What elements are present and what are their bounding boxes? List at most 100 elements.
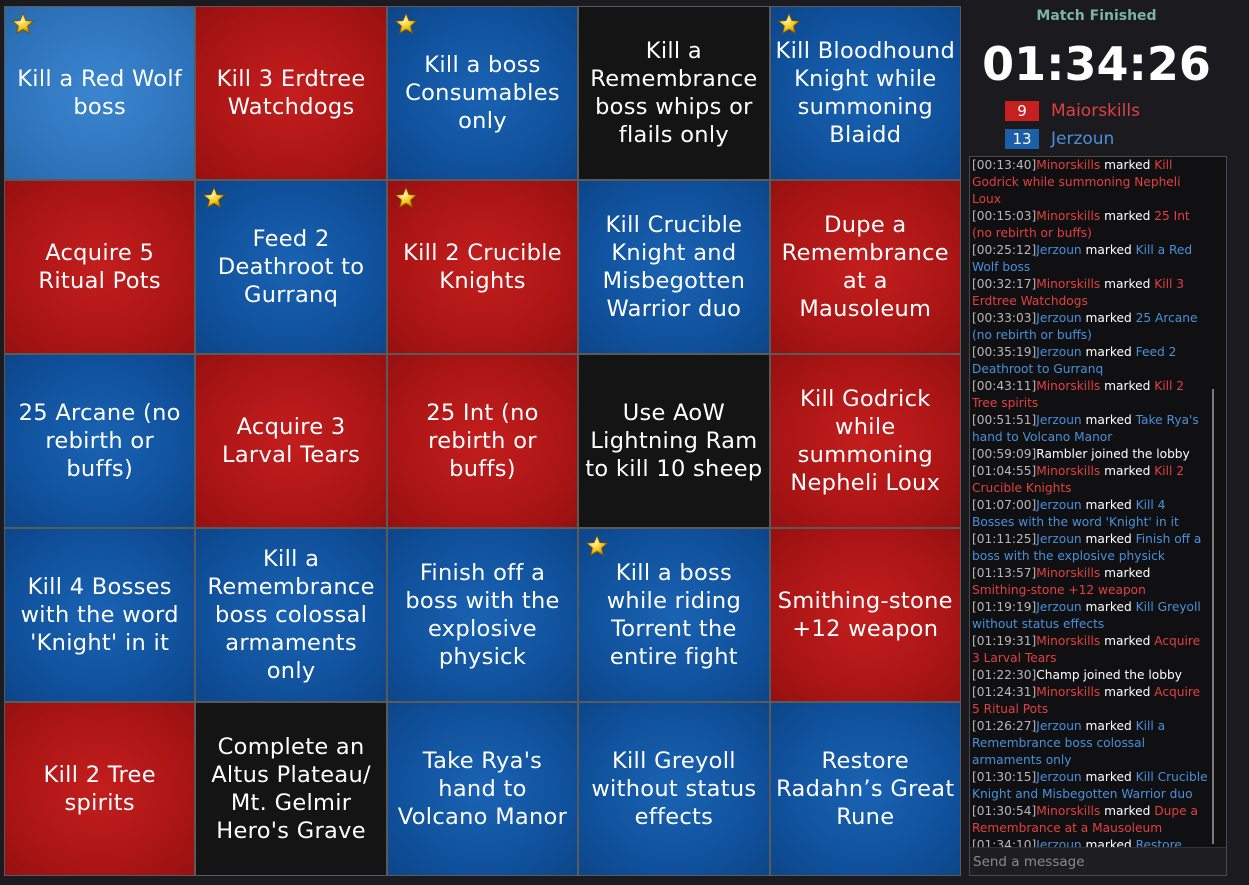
chat-user: Minorskills (1036, 464, 1101, 478)
chat-timestamp: [01:13:57] (972, 566, 1037, 580)
board-cell[interactable]: Restore Radahn’s Great Rune (770, 703, 960, 875)
board-cell[interactable]: Smithing-stone +12 weapon (770, 529, 960, 701)
chat-user: Jerzoun (1036, 838, 1082, 847)
cell-goal-text: Kill 3 Erdtree Watchdogs (216, 66, 366, 120)
chat-message: [00:33:03]Jerzoun marked 25 Arcane (no r… (972, 310, 1208, 344)
chat-action: marked (1085, 311, 1132, 325)
chat-timestamp: [01:04:55] (972, 464, 1037, 478)
chat-log[interactable]: [00:13:40]Minorskills marked Kill Godric… (972, 157, 1208, 847)
chat-timestamp: [00:35:19] (972, 345, 1037, 359)
chat-user: Minorskills (1036, 379, 1101, 393)
board-cell[interactable]: Finish off a boss with the explosive phy… (387, 529, 578, 701)
chat-timestamp: [00:13:40] (972, 158, 1037, 172)
player-score: 13 (1005, 129, 1039, 149)
board-cell[interactable]: Kill Godrick while summoning Nepheli Lou… (770, 355, 960, 527)
chat-user: Jerzoun (1036, 243, 1082, 257)
chat-user: Minorskills (1036, 804, 1101, 818)
chat-action: marked (1104, 634, 1151, 648)
chat-timestamp: [00:51:51] (972, 413, 1037, 427)
chat-timestamp: [00:25:12] (972, 243, 1037, 257)
chat-message: [00:35:19]Jerzoun marked Feed 2 Deathroo… (972, 344, 1208, 378)
board-cell[interactable]: Kill a boss Consumables only (387, 7, 578, 179)
chat-user: Minorskills (1036, 566, 1101, 580)
chat-timestamp: [01:07:00] (972, 498, 1037, 512)
chat-user: Jerzoun (1036, 498, 1082, 512)
board-cell[interactable]: 25 Int (no rebirth or buffs) (387, 355, 578, 527)
chat-user: Champ (1036, 668, 1080, 682)
player-score: 9 (1005, 101, 1039, 121)
board-cell[interactable]: Kill Bloodhound Knight while summoning B… (770, 7, 960, 179)
cell-goal-text: Kill a boss Consumables only (405, 52, 560, 134)
chat-timestamp: [01:19:31] (972, 634, 1037, 648)
cell-goal-text: Feed 2 Deathroot to Gurranq (217, 226, 365, 308)
board-cell[interactable]: 25 Arcane (no rebirth or buffs) (5, 355, 195, 527)
cell-goal-text: Kill a boss while riding Torrent the ent… (606, 560, 742, 670)
star-icon (777, 12, 801, 36)
chat-action: marked (1085, 413, 1132, 427)
board-cell[interactable]: Kill 4 Bosses with the word 'Knight' in … (5, 529, 195, 701)
board-cell[interactable]: Kill a Remembrance boss whips or flails … (579, 7, 769, 179)
cell-goal-text: Kill 4 Bosses with the word 'Knight' in … (20, 574, 179, 656)
chat-user: Jerzoun (1036, 413, 1082, 427)
match-timer: 01:34:26 (982, 37, 1211, 91)
star-icon (11, 12, 35, 36)
chat-timestamp: [00:59:09] (972, 447, 1037, 461)
chat-user: Minorskills (1036, 685, 1101, 699)
chat-scrollbar[interactable] (1212, 389, 1214, 844)
chat-user: Jerzoun (1036, 600, 1082, 614)
cell-goal-text: Kill a Red Wolf boss (17, 66, 183, 120)
board-cell[interactable]: Kill a Red Wolf boss (5, 7, 195, 179)
chat-message: [00:25:12]Jerzoun marked Kill a Red Wolf… (972, 242, 1208, 276)
star-icon (394, 12, 418, 36)
board-cell[interactable]: Use AoW Lightning Ram to kill 10 sheep (579, 355, 769, 527)
cell-goal-text: Kill Crucible Knight and Misbegotten War… (602, 212, 746, 322)
chat-action: marked (1085, 838, 1132, 847)
player-name: Maiorskills (1051, 101, 1140, 121)
chat-input[interactable] (970, 847, 1226, 875)
cell-goal-text: Kill Greyoll without status effects (591, 748, 757, 830)
chat-user: Jerzoun (1036, 311, 1082, 325)
board-cell[interactable]: Complete an Altus Plateau/ Mt. Gelmir He… (196, 703, 386, 875)
chat-timestamp: [00:33:03] (972, 311, 1037, 325)
chat-panel: [00:13:40]Minorskills marked Kill Godric… (969, 156, 1227, 876)
chat-user: Jerzoun (1036, 532, 1082, 546)
chat-message: [01:07:00]Jerzoun marked Kill 4 Bosses w… (972, 497, 1208, 531)
cell-goal-text: Use AoW Lightning Ram to kill 10 sheep (585, 400, 763, 482)
chat-action: marked (1085, 498, 1132, 512)
chat-message: [01:19:19]Jerzoun marked Kill Greyoll wi… (972, 599, 1208, 633)
chat-message: [01:26:27]Jerzoun marked Kill a Remembra… (972, 718, 1208, 769)
board-cell[interactable]: Kill 2 Crucible Knights (387, 181, 578, 353)
chat-timestamp: [01:26:27] (972, 719, 1037, 733)
chat-message: [00:59:09]Rambler joined the lobby (972, 446, 1208, 463)
board-cell[interactable]: Kill 2 Tree spirits (5, 703, 195, 875)
board-cell[interactable]: Take Rya's hand to Volcano Manor (387, 703, 578, 875)
board-cell[interactable]: Acquire 5 Ritual Pots (5, 181, 195, 353)
chat-user: Minorskills (1036, 209, 1101, 223)
cell-goal-text: 25 Int (no rebirth or buffs) (426, 400, 539, 482)
board-cell[interactable]: Kill Greyoll without status effects (579, 703, 769, 875)
chat-action: joined the lobby (1083, 668, 1182, 682)
board-cell[interactable]: Kill 3 Erdtree Watchdogs (196, 7, 386, 179)
cell-goal-text: Kill Godrick while summoning Nepheli Lou… (790, 386, 941, 496)
match-status: Match Finished (1036, 8, 1157, 24)
chat-action: marked (1104, 209, 1151, 223)
board-cell[interactable]: Kill Crucible Knight and Misbegotten War… (579, 181, 769, 353)
chat-message: [01:34:10]Jerzoun marked Restore Radahn'… (972, 837, 1208, 847)
chat-action: marked (1085, 243, 1132, 257)
board-cell[interactable]: Acquire 3 Larval Tears (196, 355, 386, 527)
chat-timestamp: [01:22:30] (972, 668, 1037, 682)
cell-goal-text: Kill a Remembrance boss colossal armamen… (207, 546, 375, 684)
chat-message: [01:13:57]Minorskills marked Smithing-st… (972, 565, 1208, 599)
player-name: Jerzoun (1051, 129, 1115, 149)
board-cell[interactable]: Kill a Remembrance boss colossal armamen… (196, 529, 386, 701)
board-cell[interactable]: Dupe a Remembrance at a Mausoleum (770, 181, 960, 353)
chat-action: marked (1104, 464, 1151, 478)
star-icon (585, 534, 609, 558)
chat-user: Jerzoun (1036, 770, 1082, 784)
board-cell[interactable]: Kill a boss while riding Torrent the ent… (579, 529, 769, 701)
cell-goal-text: Finish off a boss with the explosive phy… (405, 560, 560, 670)
chat-timestamp: [00:15:03] (972, 209, 1037, 223)
chat-action: marked (1085, 719, 1132, 733)
board-cell[interactable]: Feed 2 Deathroot to Gurranq (196, 181, 386, 353)
cell-goal-text: Complete an Altus Plateau/ Mt. Gelmir He… (211, 734, 371, 844)
